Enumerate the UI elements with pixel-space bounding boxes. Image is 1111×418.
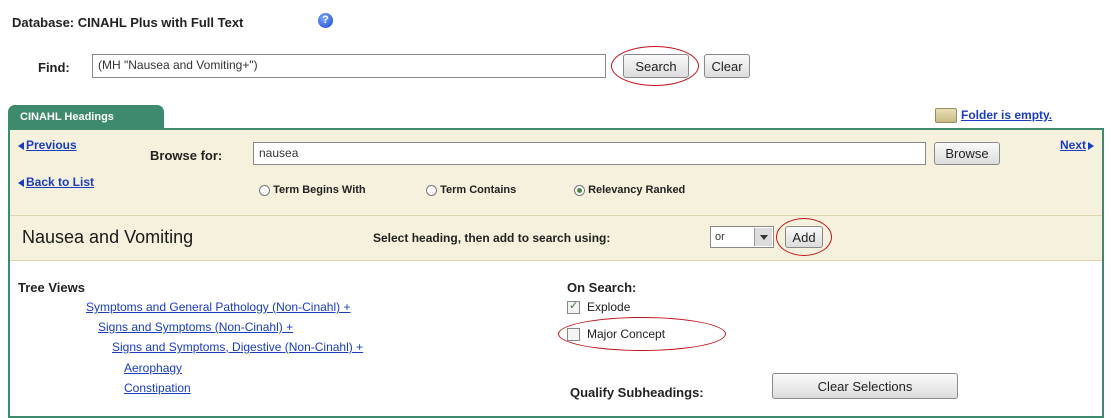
tree-item[interactable]: Signs and Symptoms (Non-Cinahl) + [98, 320, 293, 334]
radio-button[interactable] [426, 184, 437, 196]
browse-for-label: Browse for: [150, 148, 223, 163]
on-search-title: On Search: [567, 280, 637, 295]
tree-item[interactable]: Aerophagy [124, 361, 182, 375]
select-heading-label: Select heading, then add to search using… [373, 231, 611, 245]
help-icon[interactable]: ? [318, 13, 333, 28]
find-input[interactable]: (MH "Nausea and Vomiting+") [92, 54, 606, 78]
back-to-list-link[interactable]: Back to List [18, 175, 94, 189]
heading-title: Nausea and Vomiting [22, 227, 194, 247]
radio-button[interactable] [259, 184, 270, 196]
cinahl-headings-tab[interactable]: CINAHL Headings [8, 105, 164, 129]
add-button-highlight [776, 218, 832, 256]
previous-link[interactable]: Previous [18, 138, 77, 152]
folder-status-link[interactable]: Folder is empty. [961, 108, 1052, 122]
browse-button[interactable]: Browse [934, 142, 1000, 165]
find-label: Find: [38, 60, 70, 75]
major-concept-highlight [558, 317, 726, 351]
tree-item[interactable]: Constipation [124, 381, 191, 395]
tree-item[interactable]: Symptoms and General Pathology (Non-Cina… [86, 300, 350, 314]
explode-label: Explode [587, 300, 631, 314]
tree-item[interactable]: Signs and Symptoms, Digestive (Non-Cinah… [112, 340, 363, 354]
next-link[interactable]: Next [1060, 138, 1095, 152]
clear-button[interactable]: Clear [704, 54, 750, 78]
folder-icon[interactable] [935, 108, 957, 123]
browse-input[interactable]: nausea [253, 142, 926, 165]
operator-select[interactable]: or [710, 226, 774, 248]
chevron-down-icon[interactable] [754, 228, 772, 246]
radio-term-begins[interactable]: Term Begins With [259, 184, 366, 196]
tree-views-title: Tree Views [18, 280, 85, 295]
qualify-subheadings-label: Qualify Subheadings: [570, 385, 704, 400]
radio-relevancy-ranked[interactable]: Relevancy Ranked [574, 184, 685, 196]
search-button-highlight [611, 46, 699, 86]
explode-checkbox[interactable] [567, 299, 580, 314]
radio-button-selected[interactable] [574, 184, 585, 196]
clear-selections-button[interactable]: Clear Selections [772, 373, 958, 399]
database-label: Database: CINAHL Plus with Full Text [12, 15, 244, 30]
tab-label: CINAHL Headings [20, 111, 114, 123]
radio-term-contains[interactable]: Term Contains [426, 184, 516, 196]
